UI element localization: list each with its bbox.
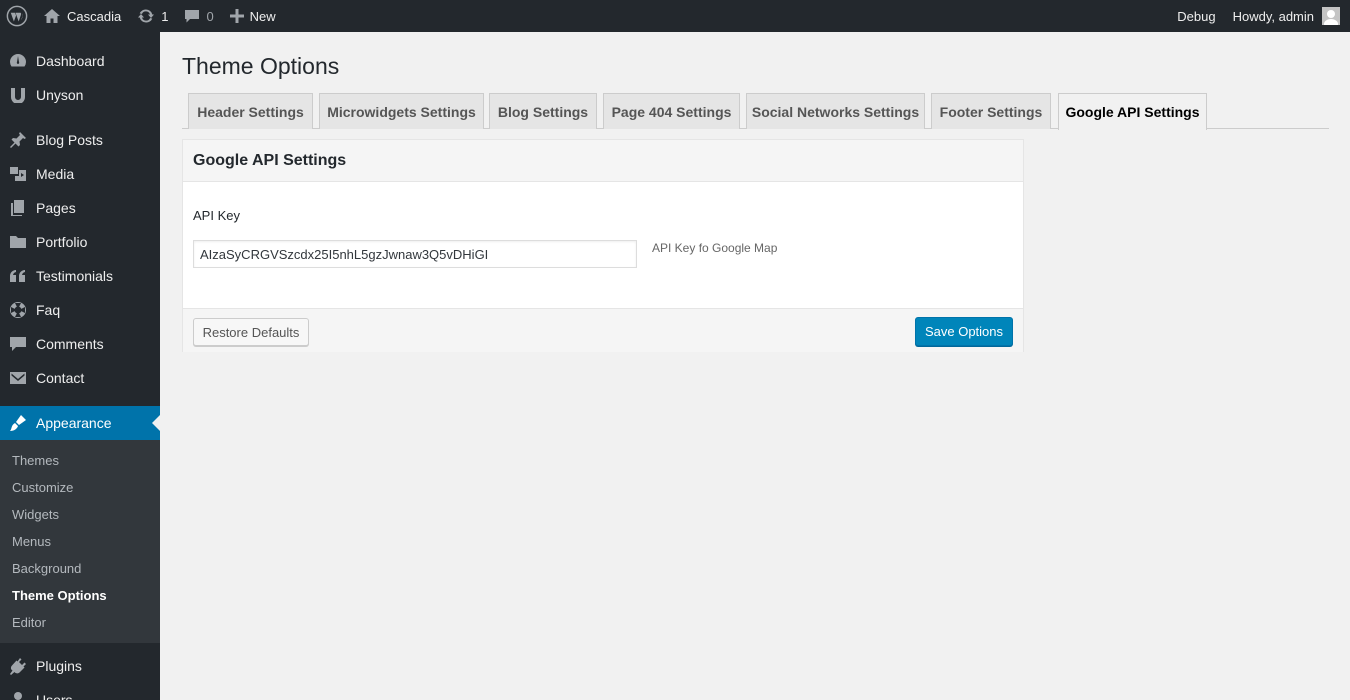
user-icon xyxy=(14,692,22,700)
panel-title: Google API Settings xyxy=(183,140,1023,182)
panel-footer: Restore Defaults Save Options xyxy=(183,308,1023,352)
wordpress-logo-item[interactable] xyxy=(0,0,35,32)
unyson-icon xyxy=(11,88,25,103)
submenu-item-menus[interactable]: Menus xyxy=(0,528,160,555)
api-key-label: API Key xyxy=(193,208,240,223)
appearance-submenu: Themes Customize Widgets Menus Backgroun… xyxy=(0,440,160,643)
sidebar-item-label: Contact xyxy=(36,370,85,386)
restore-defaults-button[interactable]: Restore Defaults xyxy=(193,318,309,346)
pin-icon xyxy=(10,132,26,148)
site-name-item[interactable]: Cascadia xyxy=(35,0,129,32)
sidebar-item-label: Faq xyxy=(36,302,61,318)
debug-label: Debug xyxy=(1177,8,1216,24)
settings-tabs: Header Settings Microwidgets Settings Bl… xyxy=(182,93,1329,130)
sidebar-item-label: Users xyxy=(36,692,73,700)
sidebar-item-label: Appearance xyxy=(36,415,112,431)
sidebar-item-label: Blog Posts xyxy=(36,132,103,148)
sidebar-item-label: Unyson xyxy=(36,87,84,103)
submenu-item-customize[interactable]: Customize xyxy=(0,474,160,501)
sidebar-item-label: Testimonials xyxy=(36,268,114,284)
updates-count: 1 xyxy=(161,8,169,24)
tab-social-networks-settings[interactable]: Social Networks Settings xyxy=(746,93,925,129)
sidebar-item-contact[interactable]: Contact xyxy=(0,361,160,395)
api-key-input[interactable] xyxy=(193,240,637,268)
comment-icon xyxy=(10,337,26,351)
sidebar-item-pages[interactable]: Pages xyxy=(0,191,160,225)
plugin-icon xyxy=(10,658,26,675)
dashboard-icon xyxy=(10,54,26,67)
updates-item[interactable]: 1 xyxy=(129,0,176,32)
comments-item[interactable]: 0 xyxy=(176,0,221,32)
sidebar-item-label: Portfolio xyxy=(36,234,88,250)
howdy-label: Howdy, admin xyxy=(1232,8,1314,24)
comment-bubble-icon xyxy=(185,10,200,23)
page-title: Theme Options xyxy=(182,53,340,79)
sidebar-item-unyson[interactable]: Unyson xyxy=(0,78,160,112)
sidebar-item-label: Comments xyxy=(36,336,104,352)
updates-icon xyxy=(138,9,155,23)
tab-footer-settings[interactable]: Footer Settings xyxy=(931,93,1051,129)
submenu-item-editor[interactable]: Editor xyxy=(0,609,160,636)
tab-google-api-settings[interactable]: Google API Settings xyxy=(1058,93,1207,130)
sidebar-item-dashboard[interactable]: Dashboard xyxy=(0,44,160,78)
site-name: Cascadia xyxy=(67,8,122,24)
sidebar-item-media[interactable]: Media xyxy=(0,157,160,191)
sidebar-item-label: Media xyxy=(36,166,75,182)
quote-icon xyxy=(10,270,25,282)
comments-count: 0 xyxy=(206,8,214,24)
tab-header-settings[interactable]: Header Settings xyxy=(188,93,313,129)
google-api-settings-panel: Google API Settings API Key API Key fo G… xyxy=(182,139,1024,352)
sidebar-item-label: Dashboard xyxy=(36,53,105,69)
tab-blog-settings[interactable]: Blog Settings xyxy=(489,93,597,129)
pages-icon xyxy=(11,200,24,216)
sidebar-item-appearance[interactable]: Appearance xyxy=(0,406,160,440)
plus-icon xyxy=(229,9,244,23)
tab-microwidgets-settings[interactable]: Microwidgets Settings xyxy=(319,93,484,129)
main-content: Theme Options Header Settings Microwidge… xyxy=(160,32,1350,700)
debug-item[interactable]: Debug xyxy=(1169,0,1224,32)
save-options-button[interactable]: Save Options xyxy=(915,317,1013,346)
sidebar-item-label: Pages xyxy=(36,200,76,216)
sidebar-item-users[interactable]: Users xyxy=(0,683,160,700)
api-key-description: API Key fo Google Map xyxy=(652,241,778,255)
avatar xyxy=(1322,7,1340,25)
admin-bar: Cascadia 1 0 New Debug Howdy, admin xyxy=(0,0,1350,32)
new-content-item[interactable]: New xyxy=(222,0,284,32)
sidebar-item-comments[interactable]: Comments xyxy=(0,327,160,361)
submenu-item-background[interactable]: Background xyxy=(0,555,160,582)
sidebar-item-testimonials[interactable]: Testimonials xyxy=(0,259,160,293)
submenu-item-theme-options[interactable]: Theme Options xyxy=(0,582,160,609)
sidebar-item-portfolio[interactable]: Portfolio xyxy=(0,225,160,259)
media-icon xyxy=(10,167,26,181)
sidebar-item-plugins[interactable]: Plugins xyxy=(0,649,160,683)
new-label: New xyxy=(249,8,276,24)
wordpress-logo-icon xyxy=(6,5,28,27)
submenu-item-widgets[interactable]: Widgets xyxy=(0,501,160,528)
my-account-item[interactable]: Howdy, admin xyxy=(1225,0,1350,32)
admin-sidebar: Dashboard Unyson Blog Posts Media Pages … xyxy=(0,32,160,700)
lifebuoy-icon xyxy=(10,302,26,318)
sidebar-item-label: Plugins xyxy=(36,658,82,674)
sidebar-item-blog-posts[interactable]: Blog Posts xyxy=(0,123,160,157)
mail-icon xyxy=(10,372,26,384)
folder-icon xyxy=(10,236,26,248)
home-icon xyxy=(44,9,60,23)
tab-page-404-settings[interactable]: Page 404 Settings xyxy=(603,93,740,129)
sidebar-item-faq[interactable]: Faq xyxy=(0,293,160,327)
submenu-item-themes[interactable]: Themes xyxy=(0,447,160,474)
brush-icon xyxy=(10,415,26,431)
